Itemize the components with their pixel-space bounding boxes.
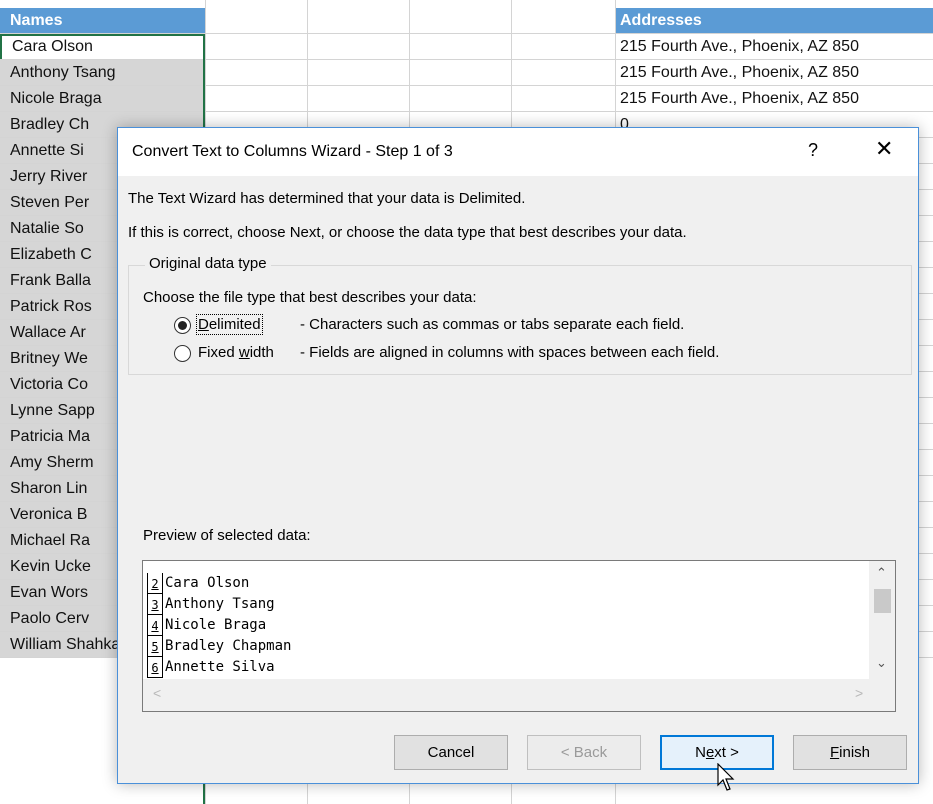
- preview-row: 2 Cara Olson: [143, 573, 873, 594]
- delimited-label-rest: elimited: [208, 316, 261, 333]
- preview-row: 5 Bradley Chapman: [143, 636, 873, 657]
- preview-row-number: 3: [147, 594, 163, 615]
- text-to-columns-dialog: Convert Text to Columns Wizard - Step 1 …: [117, 127, 919, 784]
- preview-vertical-scrollbar[interactable]: ⌃ ⌄: [869, 561, 895, 679]
- mouse-pointer-icon: [717, 763, 735, 791]
- intro-text-2: If this is correct, choose Next, or choo…: [128, 224, 687, 241]
- delimited-accel: D: [198, 316, 209, 333]
- scroll-right-icon[interactable]: >: [855, 685, 863, 701]
- finish-label-rest: inish: [839, 744, 871, 761]
- preview-row-number: 4: [147, 615, 163, 636]
- preview-row-number: 6: [147, 657, 163, 678]
- cancel-button[interactable]: Cancel: [394, 735, 508, 770]
- finish-accel: F: [829, 744, 840, 761]
- choose-label: Choose the file type that best describes…: [143, 289, 477, 306]
- preview-row-text: Cara Olson: [165, 575, 250, 591]
- dialog-titlebar: Convert Text to Columns Wizard - Step 1 …: [118, 128, 918, 176]
- fixed-width-label-pre: Fixed: [198, 344, 239, 361]
- fixed-width-label-post: idth: [249, 344, 274, 361]
- address-cell[interactable]: 215 Fourth Ave., Phoenix, AZ 850: [616, 86, 933, 111]
- preview-horizontal-scrollbar[interactable]: < >: [143, 679, 895, 711]
- scroll-up-icon[interactable]: ⌃: [876, 565, 887, 581]
- header-addresses[interactable]: Addresses: [616, 8, 933, 33]
- name-cell[interactable]: Nicole Braga: [0, 86, 205, 111]
- delimited-description: - Characters such as commas or tabs sepa…: [300, 316, 685, 333]
- back-button[interactable]: < Back: [527, 735, 641, 770]
- fixed-width-radio[interactable]: [174, 345, 191, 362]
- finish-button[interactable]: Finish: [793, 735, 907, 770]
- name-cell[interactable]: Anthony Tsang: [0, 60, 205, 85]
- next-label-pre: N: [695, 744, 706, 761]
- dialog-title: Convert Text to Columns Wizard - Step 1 …: [132, 143, 453, 160]
- close-button[interactable]: ✕: [875, 136, 893, 162]
- fixed-width-description: - Fields are aligned in columns with spa…: [300, 344, 720, 361]
- delimited-label[interactable]: Delimited: [196, 314, 263, 335]
- preview-label: Preview of selected data:: [143, 527, 311, 544]
- preview-row-text: Nicole Braga: [165, 617, 267, 633]
- preview-row: 4 Nicole Braga: [143, 615, 873, 636]
- preview-row-number: 2: [147, 573, 163, 594]
- address-cell[interactable]: 215 Fourth Ave., Phoenix, AZ 850: [616, 60, 933, 85]
- preview-row-number: 5: [147, 636, 163, 657]
- table-row: Nicole Braga 215 Fourth Ave., Phoenix, AZ…: [0, 86, 933, 112]
- scroll-down-icon[interactable]: ⌄: [876, 655, 887, 671]
- scroll-left-icon[interactable]: <: [153, 685, 161, 701]
- name-cell[interactable]: Cara Olson: [0, 34, 205, 59]
- original-data-type-group: Original data type Choose the file type …: [128, 255, 912, 375]
- address-cell[interactable]: 215 Fourth Ave., Phoenix, AZ 850: [616, 34, 933, 59]
- scroll-thumb[interactable]: [874, 589, 891, 613]
- fixed-width-accel: w: [238, 344, 250, 361]
- preview-row-text: Annette Silva: [165, 659, 275, 675]
- header-names[interactable]: Names: [0, 8, 205, 33]
- group-title: Original data type: [145, 255, 271, 272]
- fixed-width-label[interactable]: Fixed width: [198, 344, 274, 361]
- partial-row: [0, 0, 933, 8]
- table-row: Anthony Tsang 215 Fourth Ave., Phoenix, A…: [0, 60, 933, 86]
- help-button[interactable]: ?: [808, 140, 818, 161]
- preview-row: 3 Anthony Tsang: [143, 594, 873, 615]
- delimited-radio[interactable]: [174, 317, 191, 334]
- next-label-post: xt >: [714, 744, 739, 761]
- header-row: Names Addresses: [0, 8, 933, 34]
- intro-text-1: The Text Wizard has determined that your…: [128, 190, 526, 207]
- preview-row-text: Bradley Chapman: [165, 638, 292, 654]
- table-row: Cara Olson 215 Fourth Ave., Phoenix, AZ 8…: [0, 34, 933, 60]
- preview-row: 6 Annette Silva: [143, 657, 873, 678]
- data-preview[interactable]: 2 Cara Olson 3 Anthony Tsang 4 Nicole Braga 5 B…: [142, 560, 896, 712]
- preview-row-text: Anthony Tsang: [165, 596, 275, 612]
